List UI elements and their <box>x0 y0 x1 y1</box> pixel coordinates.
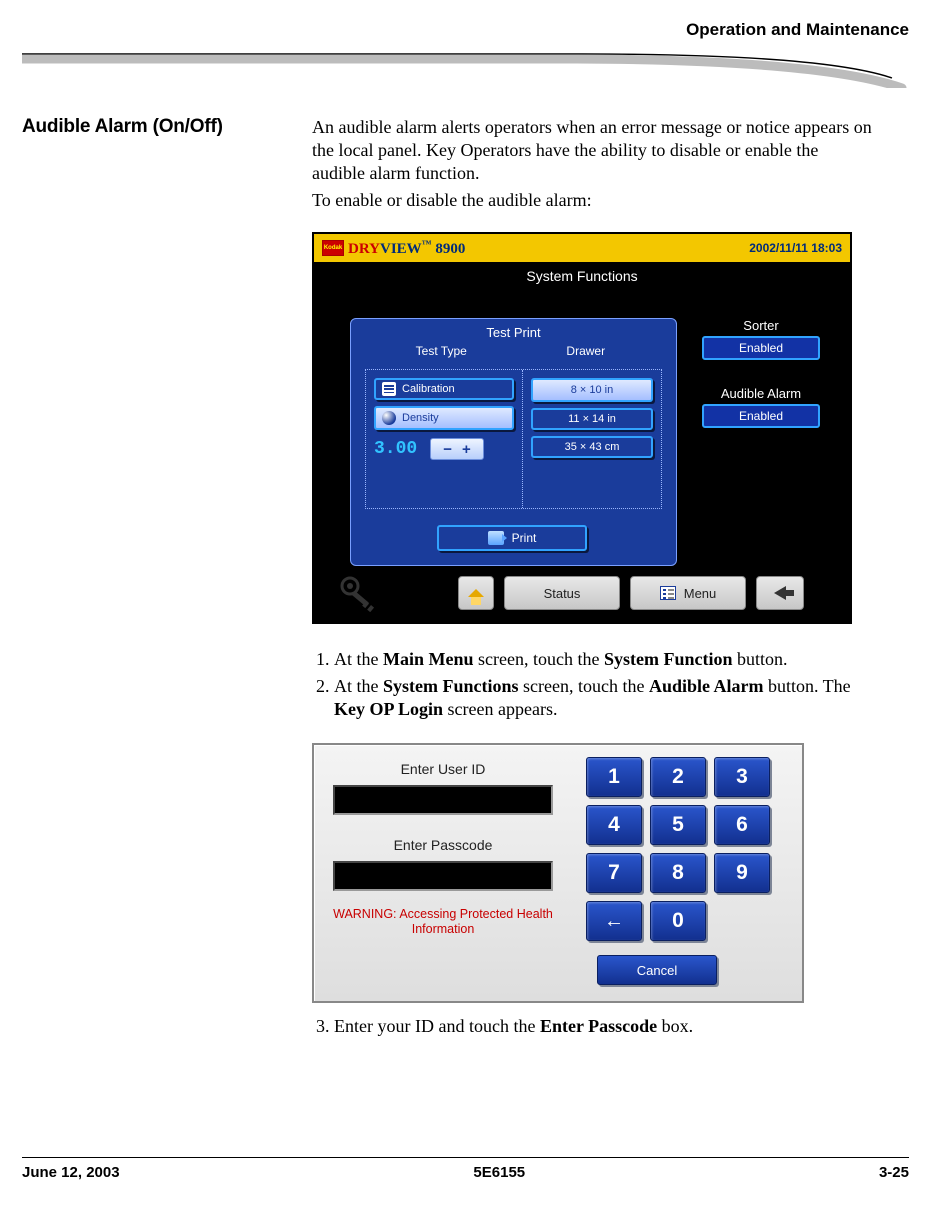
keypad-0[interactable]: 0 <box>650 901 706 941</box>
home-button[interactable] <box>458 576 494 610</box>
col-test-type: Test Type <box>369 344 514 358</box>
step-3: Enter your ID and touch the Enter Passco… <box>334 1015 872 1038</box>
keypad-6[interactable]: 6 <box>714 805 770 845</box>
footer-doc-number: 5E6155 <box>473 1164 525 1181</box>
system-functions-screenshot: Kodak DRYVIEW™ 8900 2002/11/11 18:03 Sys… <box>312 232 852 624</box>
page-footer: June 12, 2003 5E6155 3-25 <box>22 1157 909 1181</box>
intro-paragraph-1: An audible alarm alerts operators when a… <box>312 116 872 185</box>
user-id-input[interactable] <box>333 785 553 815</box>
keypad-4[interactable]: 4 <box>586 805 642 845</box>
status-button[interactable]: Status <box>504 576 620 610</box>
keypad-backspace[interactable]: ← <box>586 901 642 941</box>
device-topbar: Kodak DRYVIEW™ 8900 2002/11/11 18:03 <box>314 234 850 262</box>
drawer-35x43-button[interactable]: 35 × 43 cm <box>531 436 653 458</box>
section-heading: Audible Alarm (On/Off) <box>22 116 290 138</box>
procedure-list: At the Main Menu screen, touch the Syste… <box>312 648 872 721</box>
passcode-label: Enter Passcode <box>394 837 493 853</box>
plus-button[interactable]: + <box>462 441 471 458</box>
menu-icon <box>660 586 676 600</box>
keypad-9[interactable]: 9 <box>714 853 770 893</box>
density-value: 3.00 <box>374 439 426 459</box>
intro-paragraph-2: To enable or disable the audible alarm: <box>312 189 872 212</box>
keypad-8[interactable]: 8 <box>650 853 706 893</box>
density-button[interactable]: Density <box>374 406 514 430</box>
col-drawer: Drawer <box>514 344 659 358</box>
procedure-list-cont: Enter your ID and touch the Enter Passco… <box>312 1015 872 1038</box>
product-name: DRYVIEW™ 8900 <box>348 239 465 258</box>
back-arrow-icon <box>774 586 786 600</box>
back-button[interactable] <box>756 576 804 610</box>
user-id-label: Enter User ID <box>401 761 486 777</box>
print-icon <box>488 531 504 545</box>
chapter-title: Operation and Maintenance <box>686 20 909 40</box>
panel-title: Test Print <box>351 319 676 342</box>
calibration-button[interactable]: Calibration <box>374 378 514 400</box>
keypad-1[interactable]: 1 <box>586 757 642 797</box>
sorter-button[interactable]: Enabled <box>702 336 820 360</box>
density-icon <box>382 411 396 425</box>
menu-button[interactable]: Menu <box>630 576 746 610</box>
login-screenshot: Enter User ID Enter Passcode WARNING: Ac… <box>312 743 804 1003</box>
audible-alarm-label: Audible Alarm <box>702 386 820 401</box>
sorter-label: Sorter <box>702 318 820 333</box>
passcode-input[interactable] <box>333 861 553 891</box>
drawer-8x10-button[interactable]: 8 × 10 in <box>531 378 653 402</box>
keypad-7[interactable]: 7 <box>586 853 642 893</box>
panel-columns: Test Type Drawer <box>351 342 676 358</box>
keypad-3[interactable]: 3 <box>714 757 770 797</box>
screen-title: System Functions <box>314 262 850 284</box>
keypad-2[interactable]: 2 <box>650 757 706 797</box>
phi-warning: WARNING: Accessing Protected Health Info… <box>328 907 558 937</box>
cancel-button[interactable]: Cancel <box>597 955 717 985</box>
drawer-11x14-button[interactable]: 11 × 14 in <box>531 408 653 430</box>
home-icon <box>468 589 484 597</box>
kodak-logo: Kodak <box>322 240 344 256</box>
device-timestamp: 2002/11/11 18:03 <box>749 241 842 255</box>
page-header: Operation and Maintenance <box>22 20 909 90</box>
footer-page-number: 3-25 <box>879 1164 909 1181</box>
test-print-panel: Test Print Test Type Drawer Calibration <box>350 318 677 566</box>
minus-button[interactable]: − <box>443 441 452 458</box>
footer-date: June 12, 2003 <box>22 1164 120 1181</box>
keypad-5[interactable]: 5 <box>650 805 706 845</box>
audible-alarm-button[interactable]: Enabled <box>702 404 820 428</box>
key-icon <box>338 574 380 612</box>
step-2: At the System Functions screen, touch th… <box>334 675 872 721</box>
density-stepper[interactable]: − + <box>430 438 484 460</box>
header-swoosh <box>22 48 909 88</box>
numeric-keypad: 1 2 3 4 5 6 7 8 9 ← 0 <box>586 757 788 941</box>
step-1: At the Main Menu screen, touch the Syste… <box>334 648 872 671</box>
calibration-icon <box>382 382 396 396</box>
print-button[interactable]: Print <box>437 525 587 551</box>
